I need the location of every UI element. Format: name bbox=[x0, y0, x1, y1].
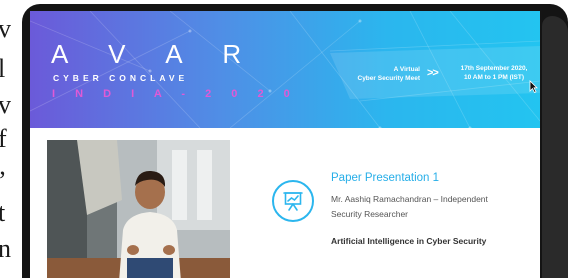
mouse-cursor-icon bbox=[529, 80, 538, 93]
device-side-rail bbox=[542, 16, 568, 278]
tagline-line1: A Virtual bbox=[393, 66, 420, 73]
event-date: 17th September 2020, 10 AM to 1 PM (IST) bbox=[450, 64, 538, 82]
event-banner: A V A R CYBER CONCLAVE I N D I A - 2 0 2… bbox=[30, 11, 540, 128]
background-char: f bbox=[0, 124, 7, 153]
tagline-line2: Cyber Security Meet bbox=[357, 75, 421, 82]
device-frame: A V A R CYBER CONCLAVE I N D I A - 2 0 2… bbox=[22, 4, 568, 278]
background-char: v bbox=[0, 90, 11, 119]
device-screen: A V A R CYBER CONCLAVE I N D I A - 2 0 2… bbox=[30, 11, 540, 278]
event-tagline: A Virtual Cyber Security Meet bbox=[300, 65, 421, 83]
speaker-line1: Mr. Aashiq Ramachandran – Independent bbox=[331, 194, 488, 204]
event-title: A V A R bbox=[51, 39, 259, 69]
event-subtitle: CYBER CONCLAVE bbox=[53, 73, 189, 83]
session-speaker: Mr. Aashiq Ramachandran – Independent Se… bbox=[331, 192, 531, 222]
speaker-photo bbox=[47, 140, 230, 278]
event-edition: I N D I A - 2 0 2 0 bbox=[52, 88, 299, 100]
presentation-icon bbox=[272, 180, 314, 222]
background-char: t bbox=[0, 198, 6, 227]
background-char: n bbox=[0, 234, 11, 263]
session-title: Paper Presentation 1 bbox=[331, 172, 440, 184]
background-char: ’ bbox=[0, 168, 7, 194]
speaker-line2: Security Researcher bbox=[331, 209, 409, 219]
double-chevron-icon: >> bbox=[427, 67, 439, 79]
session-topic: Artificial Intelligence in Cyber Securit… bbox=[331, 236, 487, 246]
background-char: l bbox=[0, 54, 6, 83]
date-line2: 10 AM to 1 PM (IST) bbox=[463, 74, 525, 81]
background-char: v bbox=[0, 14, 11, 43]
date-line1: 17th September 2020, bbox=[460, 65, 528, 72]
